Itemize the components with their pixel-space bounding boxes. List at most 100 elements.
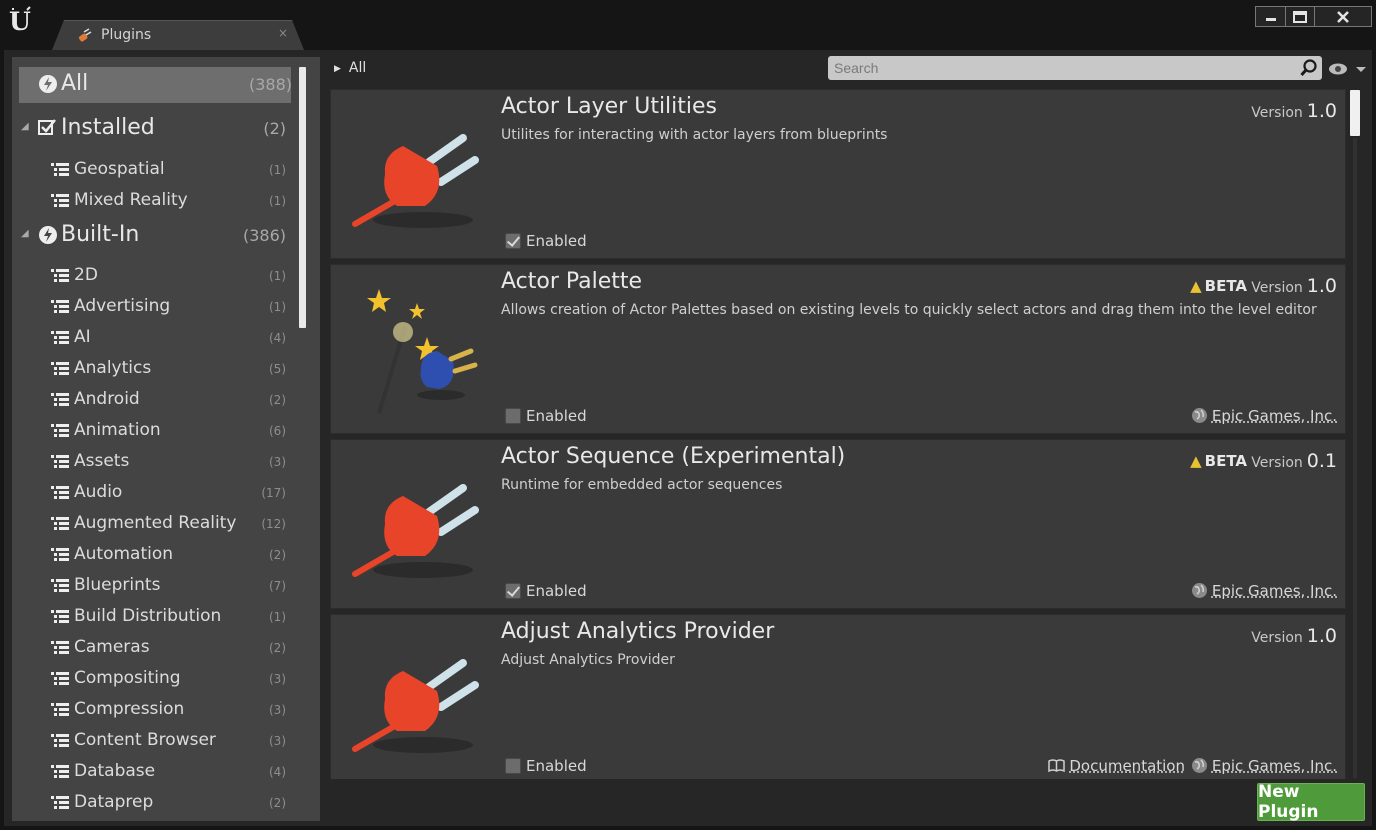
subcategory-animation[interactable]: Animation (6): [12, 416, 292, 444]
search-icon[interactable]: [1300, 59, 1318, 77]
plugin-version: Version 1.0: [1251, 100, 1337, 122]
enabled-checkbox[interactable]: [505, 233, 521, 249]
subcategory-mixed-reality[interactable]: Mixed Reality (1): [12, 186, 292, 214]
subcategory-database[interactable]: Database (4): [12, 757, 292, 785]
globe-icon: [1191, 757, 1208, 774]
beta-label: BETA: [1204, 277, 1247, 295]
enabled-label: Enabled: [526, 232, 587, 250]
enabled-checkbox[interactable]: [505, 583, 521, 599]
subcategory-dataprep[interactable]: Dataprep (2): [12, 788, 292, 816]
search-input[interactable]: [828, 56, 1298, 80]
breadcrumb-arrow-icon: ▶: [334, 64, 341, 74]
subcategory-build-distribution[interactable]: Build Distribution (1): [12, 602, 292, 630]
subcategory-label: Dataprep: [74, 792, 154, 812]
enabled-checkbox[interactable]: [505, 408, 521, 424]
list-icon: [51, 640, 69, 654]
subcategory-android[interactable]: Android (2): [12, 385, 292, 413]
unreal-logo-icon[interactable]: U: [7, 6, 35, 36]
maximize-button[interactable]: [1286, 7, 1315, 26]
plugin-list: Actor Layer Utilities Utilites for intera…: [330, 89, 1346, 779]
publisher-link[interactable]: Epic Games, Inc.: [1191, 757, 1337, 775]
subcategory-compositing[interactable]: Compositing (3): [12, 664, 292, 692]
subcategory-2d[interactable]: 2D (1): [12, 261, 292, 289]
plugin-card[interactable]: Actor Palette Allows creation of Actor Pa…: [330, 264, 1346, 434]
subcategory-assets[interactable]: Assets (3): [12, 447, 292, 475]
plugin-card[interactable]: Actor Layer Utilities Utilites for intera…: [330, 89, 1346, 259]
subcategory-label: Automation: [74, 544, 174, 564]
link-label: Epic Games, Inc.: [1211, 757, 1337, 775]
subcategory-count: (1): [269, 300, 286, 314]
plugin-card[interactable]: Adjust Analytics Provider Adjust Analytic…: [330, 614, 1346, 779]
subcategory-label: Augmented Reality: [74, 513, 237, 533]
window-controls: [1255, 6, 1372, 27]
list-icon: [51, 516, 69, 530]
collapse-arrow-icon[interactable]: ◢: [21, 228, 29, 239]
list-icon: [51, 702, 69, 716]
publisher-link[interactable]: Epic Games, Inc.: [1191, 582, 1337, 600]
subcategory-cameras[interactable]: Cameras (2): [12, 633, 292, 661]
scroll-track[interactable]: [1353, 138, 1357, 778]
version-number: 1.0: [1306, 100, 1337, 122]
subcategory-label: Blueprints: [74, 575, 161, 595]
subcategory-label: Assets: [74, 451, 130, 471]
subcategory-label: Cameras: [74, 637, 150, 657]
subcategory-advertising[interactable]: Advertising (1): [12, 292, 292, 320]
version-label: Version: [1251, 455, 1303, 471]
link-label: Epic Games, Inc.: [1211, 407, 1337, 425]
list-icon: [51, 578, 69, 592]
view-options-eye-icon[interactable]: [1328, 61, 1366, 77]
sidebar-scrollbar[interactable]: [299, 67, 306, 328]
subcategory-automation[interactable]: Automation (2): [12, 540, 292, 568]
subcategory-blueprints[interactable]: Blueprints (7): [12, 571, 292, 599]
plug-icon: [345, 627, 485, 767]
category-installed[interactable]: ◢ Installed (2): [12, 111, 292, 147]
subcategory-ai[interactable]: AI (4): [12, 323, 292, 351]
new-plugin-button[interactable]: New Plugin: [1257, 782, 1365, 822]
category-label: Installed: [61, 115, 155, 140]
book-icon: [1048, 757, 1066, 774]
category-count: (386): [242, 226, 286, 245]
category-label: Built-In: [61, 222, 140, 247]
breadcrumb-label: All: [348, 60, 367, 76]
subcategory-label: AI: [74, 327, 91, 347]
list-icon: [51, 162, 69, 176]
list-icon: [51, 454, 69, 468]
subcategory-compression[interactable]: Compression (3): [12, 695, 292, 723]
publisher-link[interactable]: Epic Games, Inc.: [1191, 407, 1337, 425]
subcategory-count: (17): [261, 486, 286, 500]
collapse-arrow-icon[interactable]: ◢: [21, 121, 29, 132]
plugin-card[interactable]: Actor Sequence (Experimental) Runtime for…: [330, 439, 1346, 609]
minimize-button[interactable]: [1256, 7, 1286, 26]
subcategory-count: (3): [269, 455, 286, 469]
plugin-list-scrollbar[interactable]: [1348, 88, 1362, 780]
subcategory-count: (6): [269, 424, 286, 438]
subcategory-label: Content Browser: [74, 730, 216, 750]
list-icon: [51, 361, 69, 375]
list-icon: [51, 392, 69, 406]
subcategory-augmented-reality[interactable]: Augmented Reality (12): [12, 509, 292, 537]
plugin-version: Version 0.1: [1251, 450, 1337, 472]
version-label: Version: [1251, 280, 1303, 296]
subcategory-geospatial[interactable]: Geospatial (1): [12, 155, 292, 183]
category-all[interactable]: All (388): [19, 67, 292, 103]
category-built-in[interactable]: ◢ Built-In (386): [12, 218, 292, 254]
beta-label: BETA: [1204, 452, 1247, 470]
list-icon: [51, 609, 69, 623]
list-icon: [51, 733, 69, 747]
list-icon: [51, 547, 69, 561]
breadcrumb[interactable]: ▶ All: [334, 60, 366, 76]
scroll-thumb[interactable]: [1350, 90, 1360, 136]
enabled-checkbox[interactable]: [505, 758, 521, 774]
documentation-link[interactable]: Documentation: [1048, 757, 1185, 775]
tab-label: Plugins: [101, 27, 152, 43]
tab-close-icon[interactable]: ×: [278, 26, 288, 40]
subcategory-analytics[interactable]: Analytics (5): [12, 354, 292, 382]
tab-plugins[interactable]: Plugins ×: [52, 20, 304, 50]
version-label: Version: [1251, 630, 1303, 646]
subcategory-content-browser[interactable]: Content Browser (3): [12, 726, 292, 754]
plugins-window: All (388) ◢ Installed (2) Geospatial (1)…: [4, 50, 1372, 826]
subcategory-audio[interactable]: Audio (17): [12, 478, 292, 506]
close-button[interactable]: [1315, 7, 1371, 26]
subcategory-label: 2D: [74, 265, 98, 285]
search-box[interactable]: [828, 56, 1322, 80]
